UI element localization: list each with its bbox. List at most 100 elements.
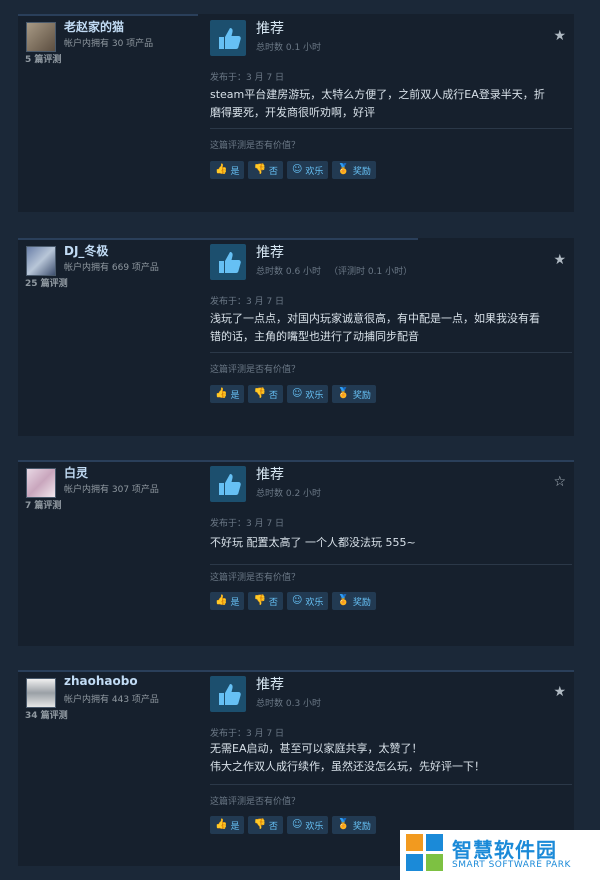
recommendation-title[interactable]: 推荐 — [256, 464, 284, 484]
vote-yes-button[interactable]: 👍 是 — [210, 161, 245, 179]
divider — [210, 128, 572, 129]
review-text-line: 磨得要死，开发商很听劝啊，好评 — [210, 106, 375, 119]
vote-yes-button[interactable]: 👍 是 — [210, 816, 245, 834]
watermark-logo-icon — [406, 834, 446, 876]
smiley-icon: ☺ — [291, 819, 303, 830]
thumbs-up-icon: 👍 — [215, 164, 228, 175]
username[interactable]: zhaohaobo — [64, 674, 138, 688]
posted-date: 发布于：3 月 7 日 — [210, 297, 285, 307]
avatar[interactable] — [26, 22, 56, 52]
award-button[interactable]: 🏅 奖励 — [332, 592, 376, 610]
review-text: 浅玩了一点点，对国内玩家诚意很高，有中配是一点，如果我没有看 错的话，主角的嘴型… — [210, 310, 570, 346]
vote-no-button[interactable]: 👎 否 — [248, 592, 283, 610]
card-divider — [18, 460, 574, 462]
vote-no-button[interactable]: 👎 否 — [248, 816, 283, 834]
products-owned: 帐户内拥有 30 项产品 — [64, 39, 154, 49]
username[interactable]: 老赵家的猫 — [64, 18, 124, 35]
vote-funny-button[interactable]: ☺ 欢乐 — [286, 161, 329, 179]
award-button[interactable]: 🏅 奖励 — [332, 161, 376, 179]
watermark-name: 智慧软件园 — [452, 838, 557, 862]
products-owned: 帐户内拥有 669 项产品 — [64, 263, 159, 273]
vote-funny-button[interactable]: ☺ 欢乐 — [286, 385, 329, 403]
vote-yes-button[interactable]: 👍 是 — [210, 592, 245, 610]
vote-yes-button[interactable]: 👍 是 — [210, 385, 245, 403]
avatar[interactable] — [26, 468, 56, 498]
watermark-name-en: SMART SOFTWARE PARK — [452, 860, 571, 870]
star-icon[interactable]: ★ — [553, 252, 566, 268]
review-count[interactable]: 7 篇评测 — [25, 498, 61, 511]
review-count[interactable]: 25 篇评测 — [25, 276, 68, 289]
thumbs-up-icon — [210, 466, 246, 502]
recommendation-title[interactable]: 推荐 — [256, 242, 284, 262]
award-button[interactable]: 🏅 奖励 — [332, 385, 376, 403]
thumbs-up-icon — [210, 676, 246, 712]
posted-date: 发布于：3 月 7 日 — [210, 729, 285, 739]
review-text-line: 伟大之作双人成行续作，虽然还没怎么玩，先好评一下！ — [210, 760, 485, 773]
star-outline-icon[interactable]: ☆ — [553, 474, 566, 490]
review-card: DJ_冬极 帐户内拥有 669 项产品 25 篇评测 推荐 总时数 0.6 小时… — [18, 238, 574, 436]
helpful-question: 这篇评测是否有价值？ — [210, 573, 301, 583]
review-count[interactable]: 34 篇评测 — [25, 708, 68, 721]
review-card: 老赵家的猫 帐户内拥有 30 项产品 5 篇评测 推荐 总时数 0.1 小时 ★… — [18, 14, 574, 212]
card-divider — [18, 670, 574, 672]
hours-total: 总时数 0.1 小时 — [256, 43, 322, 53]
card-divider — [18, 238, 418, 240]
divider — [210, 564, 572, 565]
star-icon[interactable]: ★ — [553, 28, 566, 44]
thumbs-up-icon: 👍 — [215, 595, 228, 606]
username[interactable]: 白灵 — [64, 464, 88, 481]
thumbs-down-icon: 👎 — [253, 388, 266, 399]
smiley-icon: ☺ — [291, 164, 303, 175]
review-count[interactable]: 5 篇评测 — [25, 52, 61, 65]
hours-played: 总时数 0.3 小时 — [256, 696, 329, 709]
posted-date: 发布于：3 月 7 日 — [210, 73, 285, 83]
recommendation-title[interactable]: 推荐 — [256, 18, 284, 38]
helpful-question: 这篇评测是否有价值？ — [210, 365, 301, 375]
hours-total: 总时数 0.2 小时 — [256, 489, 322, 499]
thumbs-down-icon: 👎 — [253, 164, 266, 175]
recommendation-title[interactable]: 推荐 — [256, 674, 284, 694]
hours-total: 总时数 0.3 小时 — [256, 699, 322, 709]
review-text-line: 错的话，主角的嘴型也进行了动捕同步配音 — [210, 330, 419, 343]
helpful-question: 这篇评测是否有价值？ — [210, 797, 301, 807]
hours-played: 总时数 0.1 小时 — [256, 40, 329, 53]
username[interactable]: DJ_冬极 — [64, 242, 108, 259]
award-button[interactable]: 🏅 奖励 — [332, 816, 376, 834]
review-text: steam平台建房游玩，太特么方便了，之前双人成行EA登录半天，折 磨得要死，开… — [210, 86, 570, 122]
award-icon: 🏅 — [337, 595, 350, 606]
thumbs-up-icon — [210, 244, 246, 280]
avatar[interactable] — [26, 246, 56, 276]
vote-buttons: 👍 是 👎 否 ☺ 欢乐 🏅 奖励 — [210, 592, 376, 610]
avatar[interactable] — [26, 678, 56, 708]
posted-date: 发布于：3 月 7 日 — [210, 519, 285, 529]
thumbs-down-icon: 👎 — [253, 595, 266, 606]
review-card: 白灵 帐户内拥有 307 项产品 7 篇评测 推荐 总时数 0.2 小时 ☆ 发… — [18, 460, 574, 646]
hours-played: 总时数 0.6 小时 （评测时 0.1 小时） — [256, 264, 420, 277]
hours-played: 总时数 0.2 小时 — [256, 486, 329, 499]
card-divider — [18, 14, 198, 16]
thumbs-down-icon: 👎 — [253, 819, 266, 830]
smiley-icon: ☺ — [291, 388, 303, 399]
award-icon: 🏅 — [337, 388, 350, 399]
review-text-line: 不好玩 配置太高了 一个人都没法玩 555~ — [210, 536, 416, 549]
star-icon[interactable]: ★ — [553, 684, 566, 700]
vote-funny-button[interactable]: ☺ 欢乐 — [286, 592, 329, 610]
helpful-question: 这篇评测是否有价值？ — [210, 141, 301, 151]
review-text: 无需EA启动，甚至可以家庭共享，太赞了！ 伟大之作双人成行续作，虽然还没怎么玩，… — [210, 740, 570, 776]
vote-no-button[interactable]: 👎 否 — [248, 385, 283, 403]
thumbs-up-icon: 👍 — [215, 819, 228, 830]
smiley-icon: ☺ — [291, 595, 303, 606]
thumbs-up-icon: 👍 — [215, 388, 228, 399]
watermark: 智慧软件园 SMART SOFTWARE PARK — [400, 830, 600, 880]
divider — [210, 352, 572, 353]
vote-no-button[interactable]: 👎 否 — [248, 161, 283, 179]
thumbs-up-icon — [210, 20, 246, 56]
review-text: 不好玩 配置太高了 一个人都没法玩 555~ — [210, 534, 570, 552]
review-text-line: 无需EA启动，甚至可以家庭共享，太赞了！ — [210, 742, 423, 755]
vote-buttons: 👍 是 👎 否 ☺ 欢乐 🏅 奖励 — [210, 161, 376, 179]
hours-at-review: （评测时 0.1 小时） — [329, 267, 413, 277]
review-text-line: steam平台建房游玩，太特么方便了，之前双人成行EA登录半天，折 — [210, 88, 545, 101]
products-owned: 帐户内拥有 443 项产品 — [64, 695, 159, 705]
vote-funny-button[interactable]: ☺ 欢乐 — [286, 816, 329, 834]
vote-buttons: 👍 是 👎 否 ☺ 欢乐 🏅 奖励 — [210, 385, 376, 403]
